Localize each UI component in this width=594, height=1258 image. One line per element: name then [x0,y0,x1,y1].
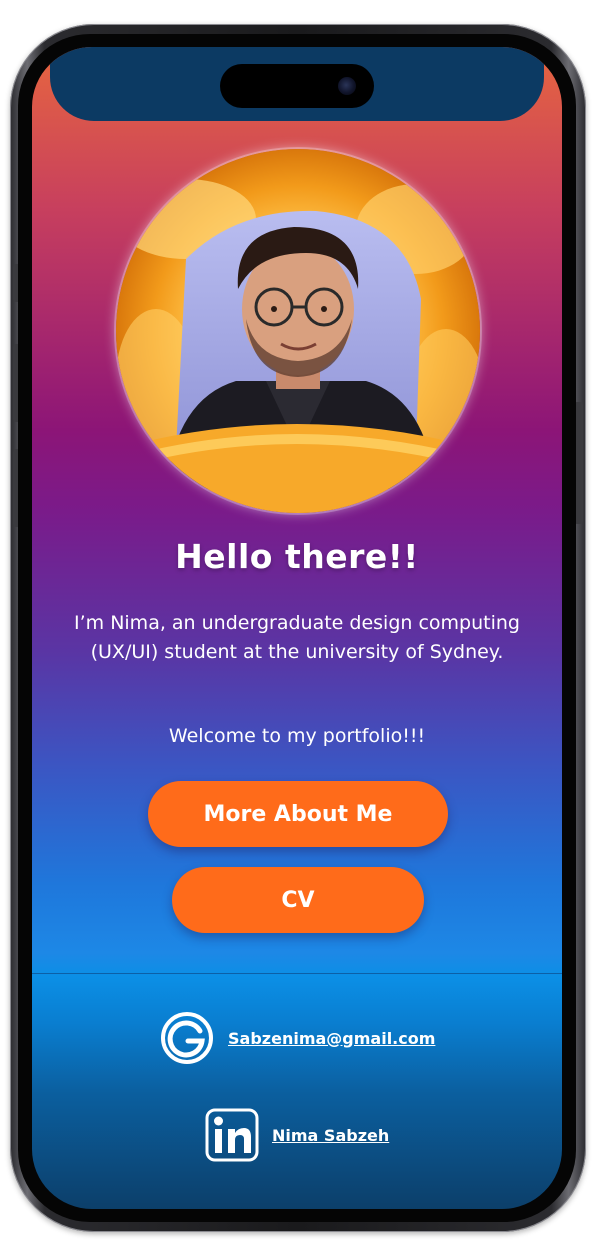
camera-icon [338,77,356,95]
welcome-text: Welcome to my portfolio!!! [168,725,426,747]
email-link[interactable]: Sabzenima@gmail.com [228,1029,435,1048]
intro-text: I’m Nima, an undergraduate design comput… [74,612,520,663]
more-about-me-button[interactable]: More About Me [148,781,448,847]
footer-divider [32,973,562,974]
dynamic-island [220,64,374,108]
linkedin-icon [205,1108,259,1162]
linkedin-contact[interactable]: Nima Sabzeh [204,1107,389,1163]
linkedin-link[interactable]: Nima Sabzeh [272,1126,389,1145]
gmail-g-icon [161,1012,213,1064]
cv-button[interactable]: CV [172,867,424,933]
email-contact[interactable]: Sabzenima@gmail.com [158,1009,435,1067]
profile-photo [116,149,480,513]
phone-screen: Hello there!! I’m Nima, an undergraduate… [32,47,562,1209]
page-title: Hello there!! [175,537,419,576]
profile-photo-image [116,149,480,513]
